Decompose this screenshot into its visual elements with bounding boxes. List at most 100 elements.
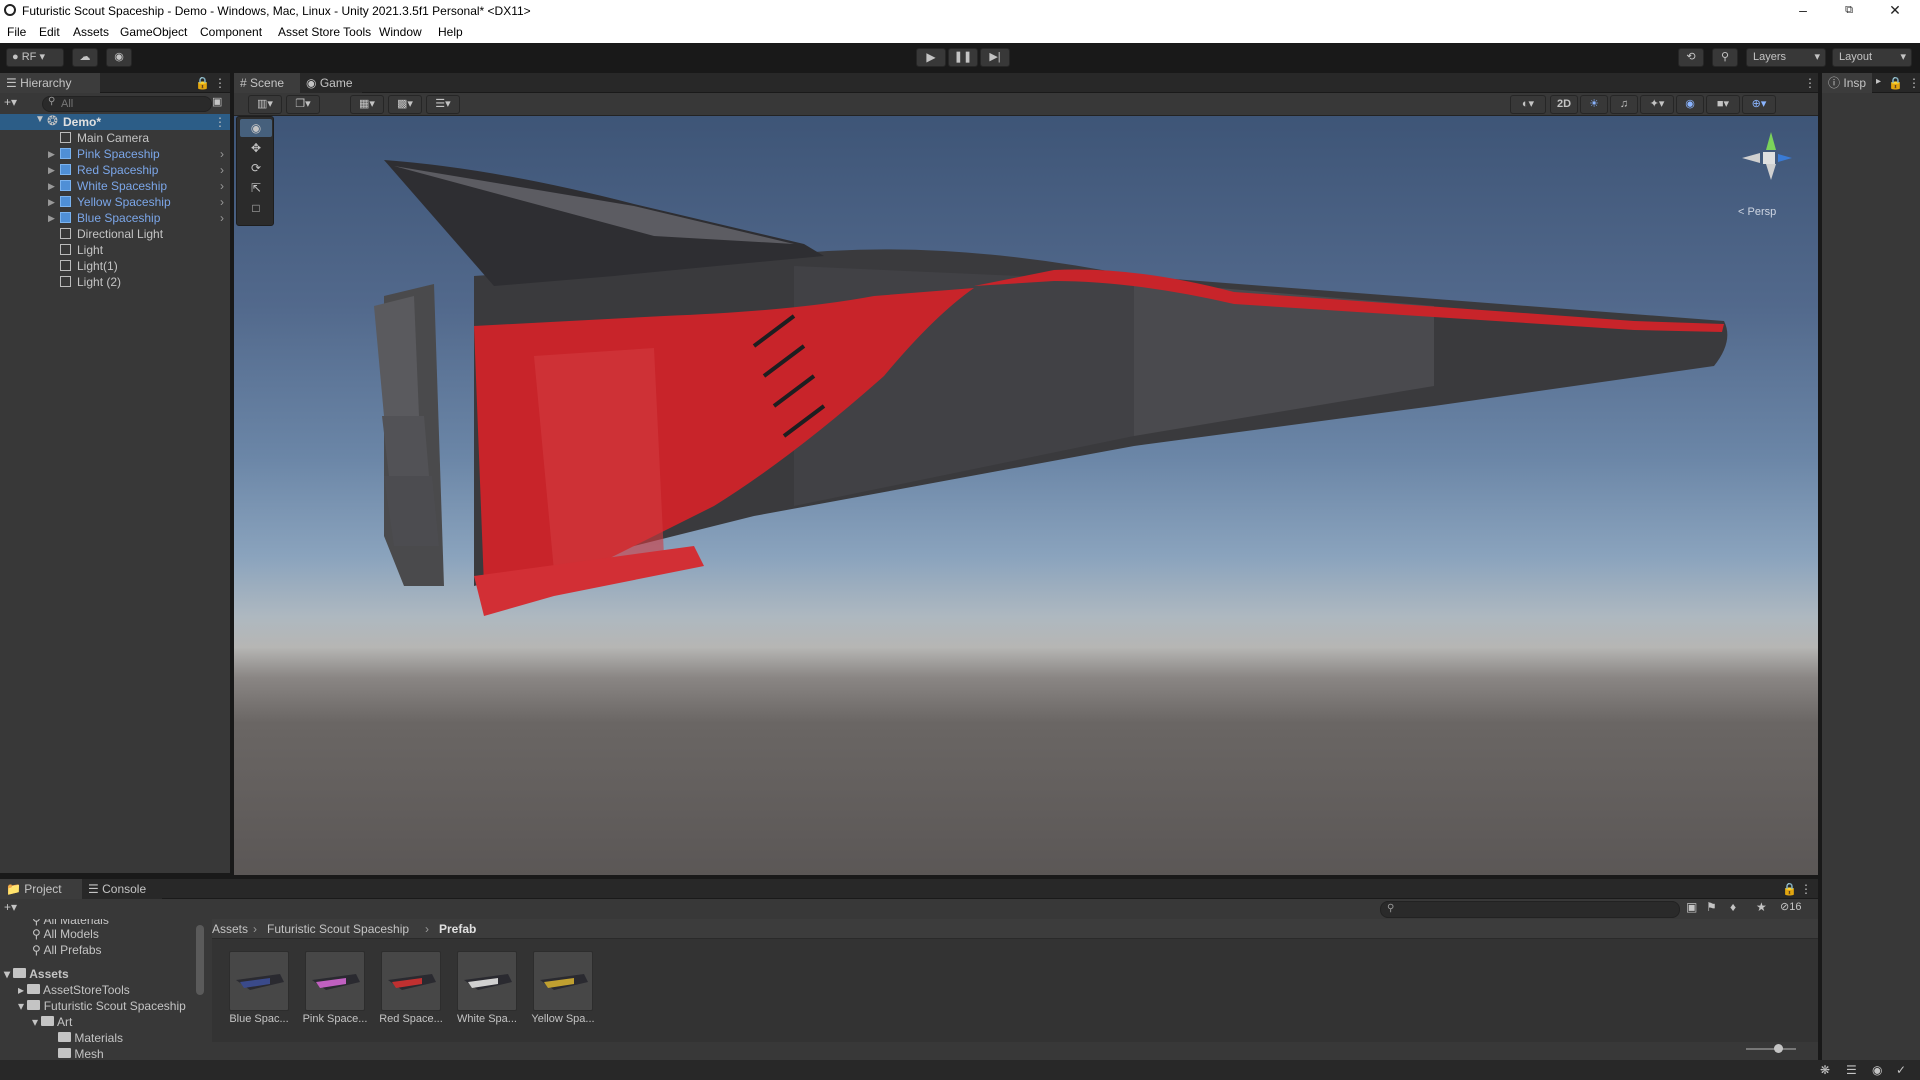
chevron-right-icon[interactable]: ▸ <box>1876 76 1881 87</box>
layout-dropdown[interactable]: Layout ▾ <box>1832 48 1912 67</box>
chevron-right-icon[interactable]: › <box>220 162 224 178</box>
tree-art[interactable]: ▾ Art <box>32 1015 72 1029</box>
chevron-right-icon[interactable]: › <box>220 194 224 210</box>
cloud-icon[interactable]: ☁ <box>72 48 98 67</box>
play-button[interactable]: ▶ <box>916 48 946 67</box>
asset-red-spaceship[interactable]: Red Space... <box>376 951 446 1025</box>
hidden-objects-icon[interactable]: ◉ <box>1676 95 1704 114</box>
network-icon[interactable]: ◉ <box>1872 1063 1882 1077</box>
kebab-menu-icon[interactable]: ⋮ <box>1804 76 1816 90</box>
favorite-all-prefabs[interactable]: ⚲ All Prefabs <box>32 943 102 957</box>
menu-window[interactable]: Window <box>379 25 422 39</box>
search-by-type-icon[interactable]: ▣ <box>1686 900 1697 914</box>
kebab-menu-icon[interactable]: ⋮ <box>1908 76 1920 90</box>
hierarchy-row-blue-spaceship[interactable]: ▶ Blue Spaceship › <box>0 210 232 226</box>
chevron-right-icon[interactable]: › <box>220 178 224 194</box>
gizmo-z-axis[interactable] <box>1778 154 1792 162</box>
tree-assetstoretools[interactable]: ▸ AssetStoreTools <box>18 983 130 997</box>
tab-inspector[interactable]: ⓘ Insp <box>1822 73 1872 93</box>
chevron-right-icon[interactable]: ▶ <box>48 162 55 178</box>
asset-pink-spaceship[interactable]: Pink Space... <box>300 951 370 1025</box>
hierarchy-row-main-camera[interactable]: Main Camera <box>0 130 232 146</box>
kebab-menu-icon[interactable]: ⋮ <box>214 76 226 90</box>
chevron-right-icon[interactable]: › <box>220 146 224 162</box>
create-asset-button[interactable]: +▾ <box>4 900 34 918</box>
hierarchy-row-white-spaceship[interactable]: ▶ White Spaceship › <box>0 178 232 194</box>
check-icon[interactable]: ✓ <box>1896 1063 1906 1077</box>
close-icon[interactable]: ✕ <box>1872 0 1918 22</box>
camera-dropdown[interactable]: ■▾ <box>1706 95 1740 114</box>
gizmo-neg-y-axis[interactable] <box>1766 164 1776 180</box>
hierarchy-row-yellow-spaceship[interactable]: ▶ Yellow Spaceship › <box>0 194 232 210</box>
tag-icon[interactable]: ♦ <box>1730 900 1736 914</box>
chevron-right-icon[interactable]: ▶ <box>48 210 55 226</box>
search-by-label-icon[interactable]: ⚑ <box>1706 900 1717 914</box>
tab-scene[interactable]: # Scene <box>234 73 300 93</box>
hierarchy-row-light[interactable]: Light <box>0 242 232 258</box>
chevron-right-icon[interactable]: › <box>220 210 224 226</box>
breadcrumb-futuristic-scout-spaceship[interactable]: Futuristic Scout Spaceship <box>267 922 409 936</box>
favorite-all-models[interactable]: ⚲ All Models <box>32 927 99 941</box>
slider-thumb[interactable] <box>1774 1044 1783 1053</box>
tab-game[interactable]: ◉ Game <box>300 73 362 93</box>
lighting-icon[interactable]: ☀ <box>1580 95 1608 114</box>
render-mode-dropdown[interactable]: ◐▾ <box>1510 95 1546 114</box>
draw-mode-dropdown[interactable]: ▥▾ <box>248 95 282 114</box>
project-search-input[interactable]: ⚲ <box>1380 901 1680 918</box>
kebab-menu-icon[interactable]: ⋮ <box>1800 882 1812 896</box>
tree-scrollbar[interactable] <box>196 925 204 995</box>
asset-yellow-spaceship[interactable]: Yellow Spa... <box>528 951 598 1025</box>
tab-project[interactable]: 📁 Project <box>0 879 82 899</box>
step-button[interactable]: ▶| <box>980 48 1010 67</box>
thumbnail-size-slider[interactable] <box>1746 1048 1796 1050</box>
layers-status-icon[interactable]: ☰ <box>1846 1063 1857 1077</box>
favorite-all-materials[interactable]: ⚲ All Materials <box>32 919 109 927</box>
orientation-gizmo[interactable] <box>1734 126 1804 196</box>
scene-viewport[interactable]: ◉ ✥ ⟳ ⇱ □ < Persp <box>234 116 1818 875</box>
view-tool-eye-icon[interactable]: ◉ <box>240 119 272 137</box>
hidden-packages-count[interactable]: ⊘16 <box>1780 900 1801 913</box>
gizmo-center[interactable] <box>1763 152 1775 164</box>
menu-asset-store-tools[interactable]: Asset Store Tools <box>278 25 371 39</box>
menu-component[interactable]: Component <box>200 25 262 39</box>
chevron-right-icon[interactable]: ▶ <box>48 178 55 194</box>
audio-icon[interactable]: ♫ <box>1610 95 1638 114</box>
hierarchy-row-directional-light[interactable]: Directional Light <box>0 226 232 242</box>
collab-icon[interactable]: ◉ <box>106 48 132 67</box>
increment-snap-dropdown[interactable]: ▩▾ <box>388 95 422 114</box>
chevron-right-icon[interactable]: ▶ <box>48 146 55 162</box>
lock-icon[interactable]: 🔒 <box>1782 882 1797 896</box>
move-tool-icon[interactable]: ✥ <box>240 139 272 157</box>
grid-snap-dropdown[interactable]: ▦▾ <box>350 95 384 114</box>
gizmo-y-axis[interactable] <box>1766 132 1776 150</box>
chevron-down-icon[interactable]: ▼ <box>35 114 45 125</box>
gizmo-neg-x-axis[interactable] <box>1742 153 1760 163</box>
hierarchy-row-red-spaceship[interactable]: ▶ Red Spaceship › <box>0 162 232 178</box>
effects-dropdown[interactable]: ✦▾ <box>1640 95 1674 114</box>
lock-icon[interactable]: 🔒 <box>195 76 210 90</box>
projection-label[interactable]: < Persp <box>1738 206 1776 218</box>
breadcrumb-assets[interactable]: Assets <box>212 922 248 936</box>
hierarchy-row-pink-spaceship[interactable]: ▶ Pink Spaceship › <box>0 146 232 162</box>
minimize-icon[interactable]: – <box>1780 0 1826 22</box>
scale-tool-icon[interactable]: ⇱ <box>240 179 272 197</box>
asset-blue-spaceship[interactable]: Blue Spac... <box>224 951 294 1025</box>
tree-mesh[interactable]: Mesh <box>58 1047 104 1061</box>
hierarchy-row-light-1[interactable]: Light(1) <box>0 258 232 274</box>
add-object-button[interactable]: +▾ <box>4 95 34 113</box>
search-icon[interactable]: ⚲ <box>1712 48 1738 67</box>
tree-materials[interactable]: Materials <box>58 1031 123 1045</box>
hierarchy-row-light-2[interactable]: Light (2) <box>0 274 232 290</box>
kebab-menu-icon[interactable]: ⋮ <box>214 115 226 129</box>
breadcrumb-prefab[interactable]: Prefab <box>439 922 476 936</box>
scene-visibility-icon[interactable]: ▣ <box>212 95 222 108</box>
layers-dropdown[interactable]: Layers ▾ <box>1746 48 1826 67</box>
asset-white-spaceship[interactable]: White Spa... <box>452 951 522 1025</box>
menu-file[interactable]: File <box>7 25 26 39</box>
account-dropdown[interactable]: ● RF ▾ <box>6 48 64 67</box>
tree-futuristic-scout-spaceship[interactable]: ▾ Futuristic Scout Spaceship <box>18 999 186 1013</box>
hierarchy-search-input[interactable]: All <box>42 96 212 112</box>
star-icon[interactable]: ★ <box>1756 900 1767 914</box>
align-dropdown[interactable]: ☰▾ <box>426 95 460 114</box>
chevron-right-icon[interactable]: ▶ <box>48 194 55 210</box>
